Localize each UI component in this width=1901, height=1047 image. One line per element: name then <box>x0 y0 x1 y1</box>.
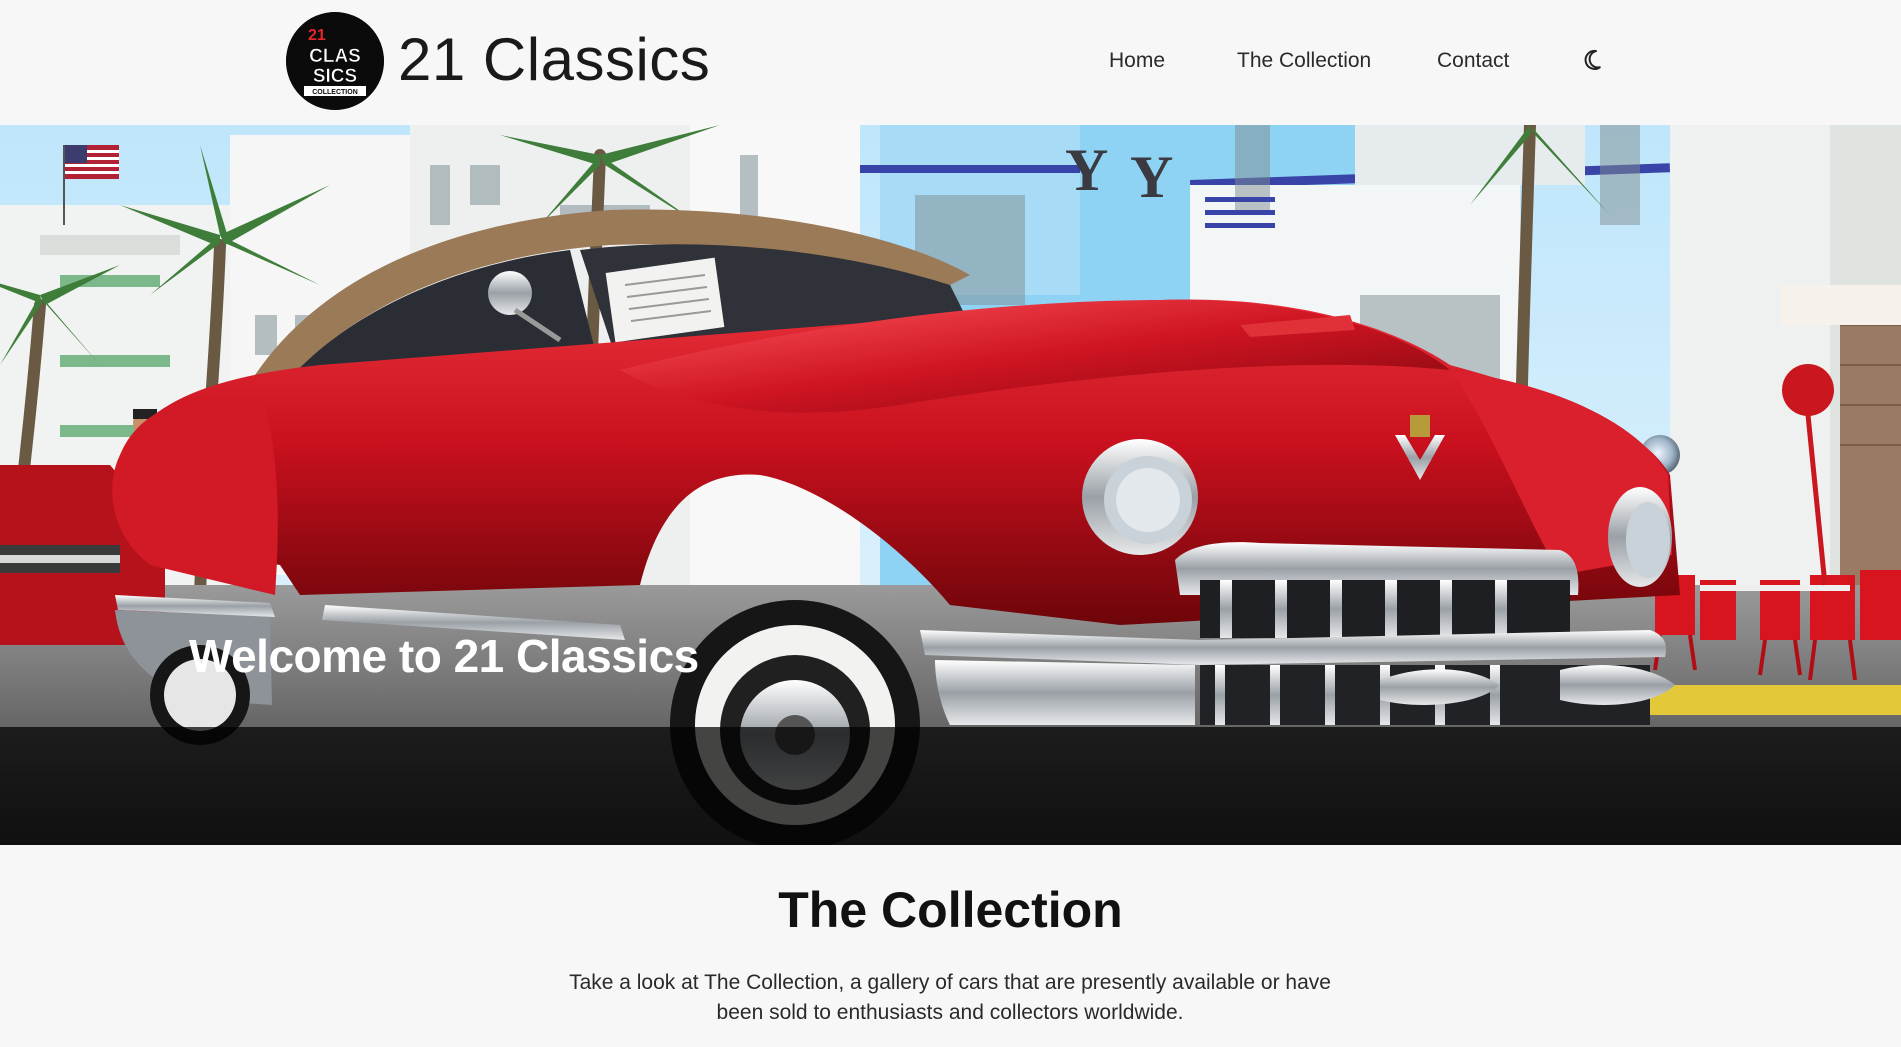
logo-text-collection: COLLECTION <box>312 89 358 96</box>
site-header: 21 CLAS SICS COLLECTION 21 Classics Home… <box>0 0 1901 125</box>
nav-home[interactable]: Home <box>1109 46 1165 76</box>
collection-description: Take a look at The Collection, a gallery… <box>569 971 1331 1024</box>
collection-heading: The Collection <box>778 882 1123 938</box>
hero-caption-bar <box>0 727 1901 845</box>
nav-the-collection[interactable]: The Collection <box>1237 46 1371 76</box>
logo-text-sics: SICS <box>313 66 357 87</box>
svg-text:Y: Y <box>1130 144 1173 210</box>
dark-mode-toggle[interactable] <box>1582 46 1610 74</box>
brand-name[interactable]: 21 Classics <box>398 24 710 96</box>
hero-title: Welcome to 21 Classics <box>189 630 699 682</box>
hero-banner: Y Y O T E L <box>0 125 1901 845</box>
nav-contact[interactable]: Contact <box>1437 46 1509 76</box>
logo-text-clas: CLAS <box>309 46 361 67</box>
logo[interactable]: 21 CLAS SICS COLLECTION <box>286 12 384 110</box>
logo-emblem-icon: 21 CLAS SICS COLLECTION <box>286 12 384 110</box>
moon-icon <box>1584 49 1601 70</box>
logo-text-21: 21 <box>308 27 326 44</box>
svg-text:Y: Y <box>1065 137 1108 203</box>
